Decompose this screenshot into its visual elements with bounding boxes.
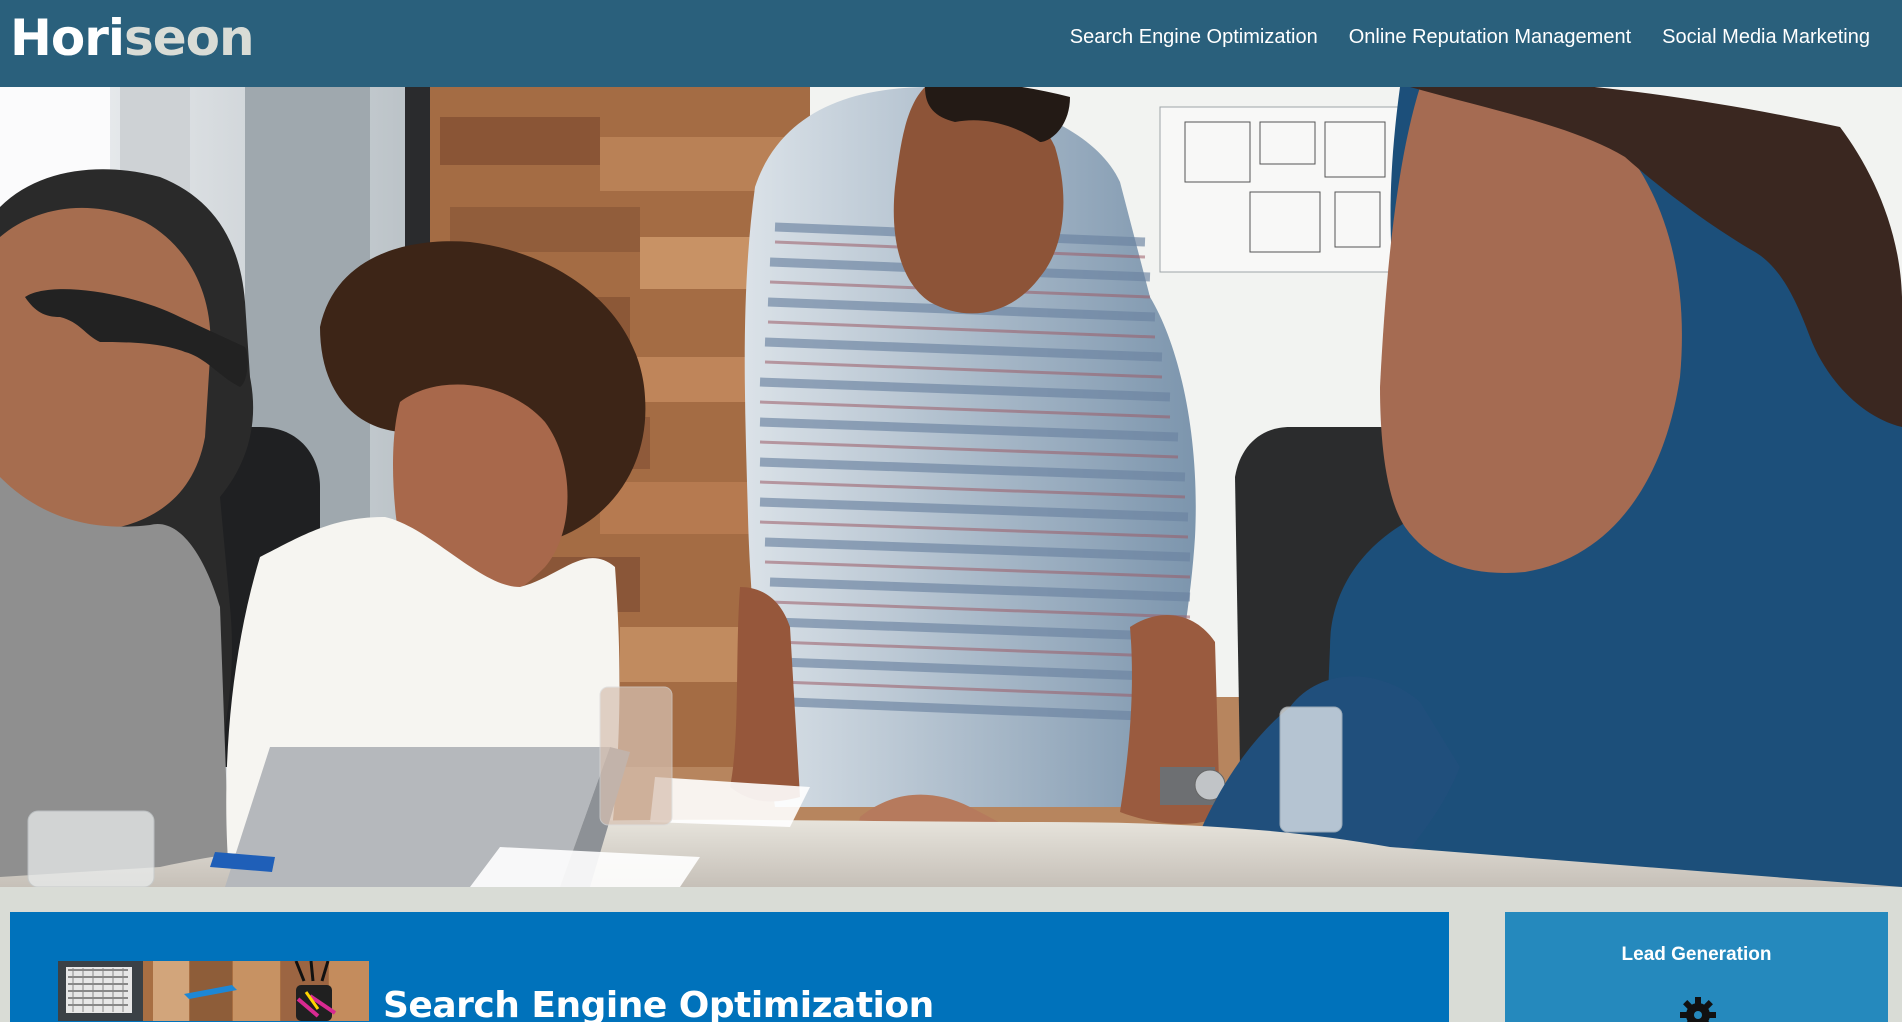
seo-heading: Search Engine Optimization [383,985,934,1022]
logo-accent: seon [124,9,255,67]
hero-image [0,87,1902,887]
main-content: Search Engine Optimization [10,912,1449,1022]
main-navigation: Search Engine Optimization Online Reputa… [1070,22,1870,52]
nav-link-social-media[interactable]: Social Media Marketing [1662,22,1870,52]
site-logo[interactable]: Hori seon [10,9,255,67]
gear-icon [1680,997,1716,1022]
seo-desk-photo [58,961,369,1021]
logo-main: Hori [10,9,125,67]
nav-link-seo[interactable]: Search Engine Optimization [1070,22,1318,52]
nav-link-online-reputation[interactable]: Online Reputation Management [1349,22,1631,52]
site-header: Hori seon Search Engine Optimization Onli… [0,0,1902,87]
seo-article-image [58,961,369,1021]
team-meeting-photo [0,87,1902,887]
lead-generation-panel: Lead Generation [1505,912,1888,1022]
lead-generation-heading: Lead Generation [1621,943,1772,965]
